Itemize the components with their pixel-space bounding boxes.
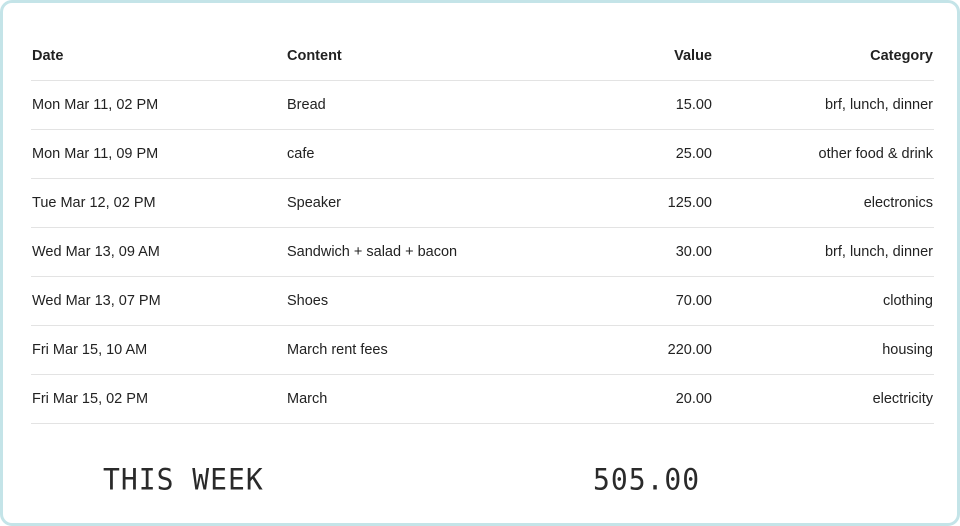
- table-row[interactable]: Tue Mar 12, 02 PM Speaker 125.00 electro…: [31, 178, 934, 228]
- table-header-row: Date Content Value Category: [31, 32, 934, 81]
- cell-value: 30.00: [588, 227, 713, 277]
- cell-category: other food & drink: [713, 129, 934, 179]
- cell-date: Mon Mar 11, 09 PM: [31, 129, 286, 179]
- cell-category: housing: [713, 325, 934, 375]
- cell-category: electronics: [713, 178, 934, 228]
- cell-content: cafe: [286, 129, 588, 179]
- table-row[interactable]: Fri Mar 15, 02 PM March 20.00 electricit…: [31, 374, 934, 424]
- cell-value: 70.00: [588, 276, 713, 326]
- cell-category: brf, lunch, dinner: [713, 80, 934, 130]
- expenses-card: Date Content Value Category Mon Mar 11, …: [0, 0, 960, 526]
- cell-date: Wed Mar 13, 09 AM: [31, 227, 286, 277]
- cell-category: electricity: [713, 374, 934, 424]
- cell-content: Sandwich + salad + bacon: [286, 227, 588, 277]
- cell-value: 220.00: [588, 325, 713, 375]
- cell-date: Fri Mar 15, 02 PM: [31, 374, 286, 424]
- cell-date: Mon Mar 11, 02 PM: [31, 80, 286, 130]
- cell-content: Shoes: [286, 276, 588, 326]
- cell-value: 125.00: [588, 178, 713, 228]
- cell-value: 15.00: [588, 80, 713, 130]
- table-row[interactable]: Mon Mar 11, 09 PM cafe 25.00 other food …: [31, 129, 934, 179]
- cell-date: Tue Mar 12, 02 PM: [31, 178, 286, 228]
- cell-value: 20.00: [588, 374, 713, 424]
- expenses-table: Date Content Value Category Mon Mar 11, …: [31, 32, 934, 424]
- table-row[interactable]: Fri Mar 15, 10 AM March rent fees 220.00…: [31, 325, 934, 375]
- cell-content: Speaker: [286, 178, 588, 228]
- cell-date: Wed Mar 13, 07 PM: [31, 276, 286, 326]
- week-summary-label: THIS WEEK: [103, 462, 264, 497]
- cell-category: clothing: [713, 276, 934, 326]
- table-row[interactable]: Wed Mar 13, 09 AM Sandwich + salad + bac…: [31, 227, 934, 277]
- cell-category: brf, lunch, dinner: [713, 227, 934, 277]
- cell-value: 25.00: [588, 129, 713, 179]
- cell-content: Bread: [286, 80, 588, 130]
- column-header-value[interactable]: Value: [588, 32, 713, 81]
- column-header-content[interactable]: Content: [286, 32, 588, 81]
- cell-content: March: [286, 374, 588, 424]
- table-row[interactable]: Wed Mar 13, 07 PM Shoes 70.00 clothing: [31, 276, 934, 326]
- table-row[interactable]: Mon Mar 11, 02 PM Bread 15.00 brf, lunch…: [31, 80, 934, 130]
- week-total-value: 505.00: [593, 462, 701, 497]
- column-header-date[interactable]: Date: [31, 32, 286, 81]
- cell-date: Fri Mar 15, 10 AM: [31, 325, 286, 375]
- column-header-category[interactable]: Category: [713, 32, 934, 81]
- cell-content: March rent fees: [286, 325, 588, 375]
